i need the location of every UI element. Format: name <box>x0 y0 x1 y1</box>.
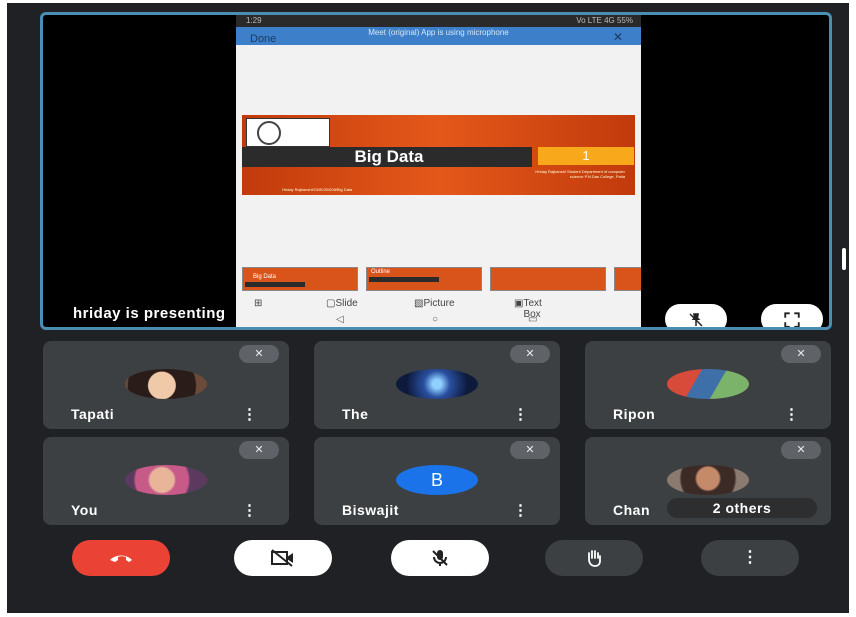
phone-status-bar: 1:29 Vo LTE 4G 55% <box>236 15 641 27</box>
slide-author: Hriday Rajbanshi Student Department of c… <box>535 169 625 179</box>
participant-name: Biswajit <box>342 502 399 518</box>
phone-time: 1:29 <box>246 16 262 25</box>
others-chip[interactable]: 2 others <box>667 498 817 518</box>
layout-icon[interactable]: ⊞ <box>254 298 262 309</box>
participant-tile[interactable]: ✕ The ⋮ <box>314 341 560 429</box>
mic-off-icon: ✕ <box>239 345 279 363</box>
participant-name: You <box>71 502 98 518</box>
mic-off-icon: ✕ <box>510 345 550 363</box>
more-options-icon[interactable]: ⋮ <box>242 405 257 423</box>
end-call-icon <box>110 555 132 562</box>
more-icon: ⋮ <box>742 549 758 566</box>
back-icon[interactable]: ◁ <box>336 314 344 325</box>
thumbnail-4[interactable] <box>614 267 641 291</box>
slide-preview: Big Data 1 Hriday Rajbanshi Student Depa… <box>242 115 635 195</box>
mic-off-icon: ✕ <box>781 345 821 363</box>
participant-tile[interactable]: ✕ Ripon ⋮ <box>585 341 831 429</box>
participant-name: The <box>342 406 369 422</box>
mic-toggle-button[interactable] <box>391 540 489 576</box>
camera-toggle-button[interactable] <box>234 540 332 576</box>
shared-phone-screen: 1:29 Vo LTE 4G 55% Meet (original) App i… <box>236 15 641 327</box>
college-logo <box>246 118 330 147</box>
participant-name: Ripon <box>613 406 656 422</box>
raise-hand-icon <box>588 549 601 567</box>
avatar <box>667 465 749 495</box>
slide-thumbnails: Big Data Outline <box>242 267 641 291</box>
participant-name: Chan <box>613 502 650 518</box>
pin-off-button[interactable] <box>665 304 727 327</box>
participant-name: Tapati <box>71 406 115 422</box>
more-options-icon[interactable]: ⋮ <box>784 405 799 423</box>
new-slide-button[interactable]: ▢ Slide <box>326 298 358 309</box>
participant-tile[interactable]: ✕ Tapati ⋮ <box>43 341 289 429</box>
share-banner: Meet (original) App is using microphone … <box>236 27 641 45</box>
more-options-icon[interactable]: ⋮ <box>513 405 528 423</box>
avatar: B <box>396 465 478 495</box>
more-options-icon[interactable]: ⋮ <box>513 501 528 519</box>
home-icon[interactable]: ○ <box>432 314 438 325</box>
done-button[interactable]: Done <box>250 33 276 45</box>
participant-tile[interactable]: ✕ Chan 2 others <box>585 437 831 525</box>
slide-footer: Hriday Rajbanshi/CMS/20/008/Big Data <box>282 187 353 192</box>
avatar <box>125 369 207 399</box>
fullscreen-icon <box>784 312 800 327</box>
participant-tile[interactable]: ✕ You ⋮ <box>43 437 289 525</box>
android-nav-bar: ◁ ○ ▭ <box>236 314 641 327</box>
slide-number: 1 <box>582 148 590 163</box>
slide-title: Big Data <box>354 147 424 166</box>
meet-app: 1:29 Vo LTE 4G 55% Meet (original) App i… <box>7 3 849 613</box>
picture-button[interactable]: ▧ Picture <box>414 298 455 309</box>
thumbnail-3[interactable] <box>490 267 606 291</box>
phone-status-indicators: Vo LTE 4G 55% <box>576 16 633 25</box>
mic-off-icon: ✕ <box>510 441 550 459</box>
avatar <box>396 369 478 399</box>
avatar <box>667 369 749 399</box>
mic-off-icon: ✕ <box>781 441 821 459</box>
presenter-label: hriday is presenting <box>73 305 226 322</box>
recents-icon[interactable]: ▭ <box>528 314 537 325</box>
avatar <box>125 465 207 495</box>
mic-off-icon: ✕ <box>239 441 279 459</box>
more-options-button[interactable]: ⋮ <box>701 540 799 576</box>
thumbnail-1[interactable]: Big Data <box>242 267 358 291</box>
more-options-icon[interactable]: ⋮ <box>242 501 257 519</box>
mic-off-icon <box>432 549 448 566</box>
share-banner-message: Meet (original) App is using microphone <box>368 28 509 37</box>
pin-off-icon <box>689 313 703 327</box>
powerpoint-toolbar: ⊞ ▢ Slide ▧ Picture ▣ Text Box <box>236 298 641 320</box>
text-box-button[interactable]: ▣ Text Box <box>514 298 542 320</box>
raise-hand-button[interactable] <box>545 540 643 576</box>
close-icon[interactable]: ✕ <box>613 30 623 44</box>
fullscreen-button[interactable] <box>761 304 823 327</box>
camera-off-icon <box>271 548 293 567</box>
scrollbar[interactable] <box>842 248 846 270</box>
presentation-stage: 1:29 Vo LTE 4G 55% Meet (original) App i… <box>40 12 832 330</box>
end-call-button[interactable] <box>72 540 170 576</box>
participant-tile[interactable]: ✕ B Biswajit ⋮ <box>314 437 560 525</box>
thumbnail-2[interactable]: Outline <box>366 267 482 291</box>
